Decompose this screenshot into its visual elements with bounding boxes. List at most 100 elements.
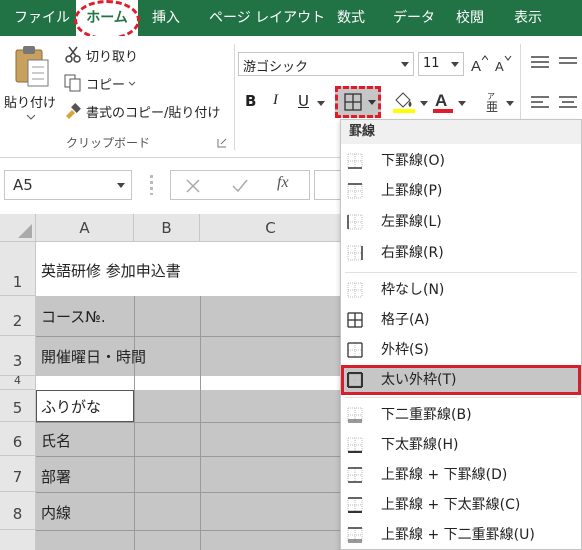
format-painter-button[interactable]: 書式のコピー/貼り付け (64, 100, 234, 122)
cell-extension[interactable]: 内線 (36, 502, 71, 523)
cut-label: 切り取り (86, 50, 139, 65)
tab-review[interactable]: 校閲 (456, 0, 484, 36)
enter-check-icon[interactable] (231, 178, 249, 194)
thick-outside-borders-icon (347, 372, 363, 388)
italic-button[interactable]: I (273, 92, 278, 109)
gridline (36, 530, 342, 531)
tab-formulas[interactable]: 数式 (337, 0, 365, 36)
row-header[interactable]: 1 (0, 242, 36, 296)
menu-item-label: 上罫線(P) (381, 183, 443, 199)
font-color-icon[interactable]: A (432, 90, 454, 114)
menu-item-border-top[interactable]: 上罫線(P) (341, 176, 581, 206)
row-header[interactable]: 4 (0, 375, 36, 390)
bottom-double-border-icon (347, 407, 363, 423)
insert-function-button[interactable]: fx (277, 174, 289, 192)
menu-item-border-outside[interactable]: 外枠(S) (341, 335, 581, 365)
chevron-down-icon[interactable] (420, 101, 428, 107)
tab-file[interactable]: ファイル (14, 0, 70, 36)
svg-text:A: A (495, 59, 504, 73)
cut-button[interactable]: 切り取り (64, 44, 184, 66)
tab-view[interactable]: 表示 (514, 0, 542, 36)
clipboard-group-label: クリップボード (66, 136, 151, 150)
chevron-down-icon[interactable] (458, 101, 466, 107)
increase-font-size-icon[interactable]: A (470, 55, 488, 73)
cell-title[interactable]: 英語研修 参加申込書 (36, 260, 181, 281)
gridline (36, 336, 342, 337)
row-header[interactable]: 2 (0, 296, 36, 336)
menu-item-label: 太い外枠(T) (381, 372, 457, 388)
decrease-font-size-icon[interactable]: A (494, 55, 512, 73)
menu-item-border-thick-outside[interactable]: 太い外枠(T) (341, 365, 581, 395)
gridline (200, 296, 201, 550)
phonetic-guide-icon[interactable]: ア 亜 (484, 90, 504, 112)
cell-course-no[interactable]: コース№. (36, 306, 106, 327)
row-header[interactable]: 8 (0, 492, 36, 530)
cell-datetime[interactable]: 開催曜日・時間 (36, 346, 146, 367)
column-header[interactable]: C (200, 214, 342, 242)
menu-item-label: 下太罫線(H) (381, 437, 459, 453)
gridline (36, 422, 342, 423)
name-box-value: A5 (13, 176, 33, 194)
chevron-down-icon[interactable] (506, 101, 514, 107)
paste-label: 貼り付け (4, 96, 57, 111)
paste-button[interactable]: 貼り付け (2, 42, 60, 122)
chevron-down-icon[interactable] (317, 101, 325, 107)
align-center-icon[interactable] (558, 94, 578, 112)
menu-item-border-left[interactable]: 左罫線(L) (341, 207, 581, 237)
menu-item-border-bottom[interactable]: 下罫線(O) (341, 146, 581, 176)
menu-item-border-top-double-bottom[interactable]: 上罫線 + 下二重罫線(U) (341, 520, 581, 550)
menu-item-label: 上罫線 + 下罫線(D) (381, 467, 508, 483)
menu-item-border-all[interactable]: 格子(A) (341, 305, 581, 335)
row-header[interactable]: 6 (0, 422, 36, 456)
bold-button[interactable]: B (245, 92, 256, 110)
cancel-icon[interactable] (185, 178, 201, 194)
cell-name[interactable]: 氏名 (36, 430, 71, 451)
menu-item-label: 外枠(S) (381, 342, 429, 358)
menu-separator (345, 397, 577, 398)
outside-borders-icon (347, 342, 363, 358)
right-border-icon (347, 245, 363, 261)
all-borders-icon (347, 312, 363, 328)
top-thick-bottom-border-icon (347, 497, 363, 513)
svg-text:A: A (435, 91, 447, 110)
bottom-border-icon (347, 153, 363, 169)
tab-insert[interactable]: 挿入 (152, 0, 180, 36)
underline-button[interactable]: U (298, 92, 309, 110)
menu-item-border-bottom-double[interactable]: 下二重罫線(B) (341, 400, 581, 430)
formula-tools: fx (170, 170, 310, 200)
menu-item-border-none[interactable]: 枠なし(N) (341, 275, 581, 305)
font-name-dropdown[interactable]: 游ゴシック (238, 52, 414, 76)
align-top-icon[interactable] (530, 54, 550, 72)
cell-department[interactable]: 部署 (36, 466, 71, 487)
menu-item-label: 左罫線(L) (381, 214, 442, 230)
tab-data[interactable]: データ (393, 0, 435, 36)
no-border-icon (347, 282, 363, 298)
dialog-launcher-icon[interactable] (217, 138, 227, 148)
align-middle-icon[interactable] (558, 54, 578, 72)
copy-label: コピー (86, 78, 126, 93)
row-header[interactable]: 7 (0, 456, 36, 492)
row-header[interactable] (0, 530, 36, 550)
chevron-down-icon (128, 81, 136, 86)
chevron-down-icon (26, 114, 36, 120)
tab-page-layout[interactable]: ページ レイアウト (209, 0, 325, 36)
select-all-corner[interactable] (0, 214, 36, 242)
column-header[interactable]: B (134, 214, 200, 242)
menu-item-border-thick-bottom[interactable]: 下太罫線(H) (341, 430, 581, 460)
font-size-dropdown[interactable]: 11 (418, 52, 464, 76)
row-header[interactable]: 5 (0, 390, 36, 422)
menu-item-label: 下二重罫線(B) (381, 407, 472, 423)
left-border-icon (347, 214, 363, 230)
fill-color-icon[interactable] (392, 90, 418, 114)
column-header[interactable]: A (36, 214, 134, 242)
menu-item-border-top-bottom[interactable]: 上罫線 + 下罫線(D) (341, 460, 581, 490)
borders-button[interactable] (335, 86, 381, 118)
menu-item-border-right[interactable]: 右罫線(R) (341, 238, 581, 268)
menu-item-border-top-thick-bottom[interactable]: 上罫線 + 下太罫線(C) (341, 490, 581, 520)
name-box[interactable]: A5 (4, 170, 132, 200)
row-header[interactable]: 3 (0, 336, 36, 376)
align-left-icon[interactable] (530, 94, 550, 112)
cell-furigana[interactable]: ふりがな (36, 396, 101, 417)
copy-button[interactable]: コピー (64, 72, 184, 94)
scissors-icon (65, 46, 81, 63)
